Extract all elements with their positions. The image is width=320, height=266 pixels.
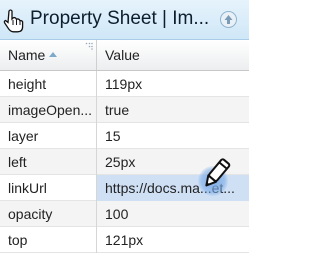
table-row[interactable]: height 119px — [0, 71, 249, 97]
column-header-name[interactable]: Name — [0, 40, 97, 70]
property-value[interactable]: 15 — [97, 123, 249, 149]
table-row[interactable]: imageOpen... true — [0, 97, 249, 123]
property-name: opacity — [0, 201, 97, 227]
property-value[interactable]: 121px — [97, 227, 249, 253]
column-header-value[interactable]: Value — [97, 40, 249, 70]
property-name: layer — [0, 123, 97, 149]
panel-titlebar: Property Sheet | Im... — [0, 0, 249, 40]
property-value[interactable]: 119px — [97, 71, 249, 97]
panel-title: Property Sheet | Im... — [30, 8, 210, 29]
property-name: left — [0, 149, 97, 175]
collapse-up-icon[interactable] — [220, 11, 237, 28]
table-row[interactable]: opacity 100 — [0, 201, 249, 227]
property-name: imageOpen... — [0, 97, 97, 123]
property-value[interactable]: 25px — [97, 149, 249, 175]
property-value[interactable]: true — [97, 97, 249, 123]
property-value-editing[interactable]: https://docs.ma...et... — [97, 175, 249, 201]
table-row[interactable]: top 121px — [0, 227, 249, 253]
property-value[interactable]: 100 — [97, 201, 249, 227]
property-name: linkUrl — [0, 175, 97, 201]
column-resize-grip-icon[interactable] — [85, 42, 93, 50]
grid-header: Name Value — [0, 40, 249, 71]
property-name: height — [0, 71, 97, 97]
column-header-name-label: Name — [8, 47, 46, 63]
sort-ascending-icon — [49, 51, 58, 57]
table-row[interactable]: left 25px — [0, 149, 249, 175]
table-row[interactable]: layer 15 — [0, 123, 249, 149]
property-name: top — [0, 227, 97, 253]
hand-pointer-icon — [2, 8, 26, 34]
table-row-selected[interactable]: linkUrl https://docs.ma...et... — [0, 175, 249, 201]
